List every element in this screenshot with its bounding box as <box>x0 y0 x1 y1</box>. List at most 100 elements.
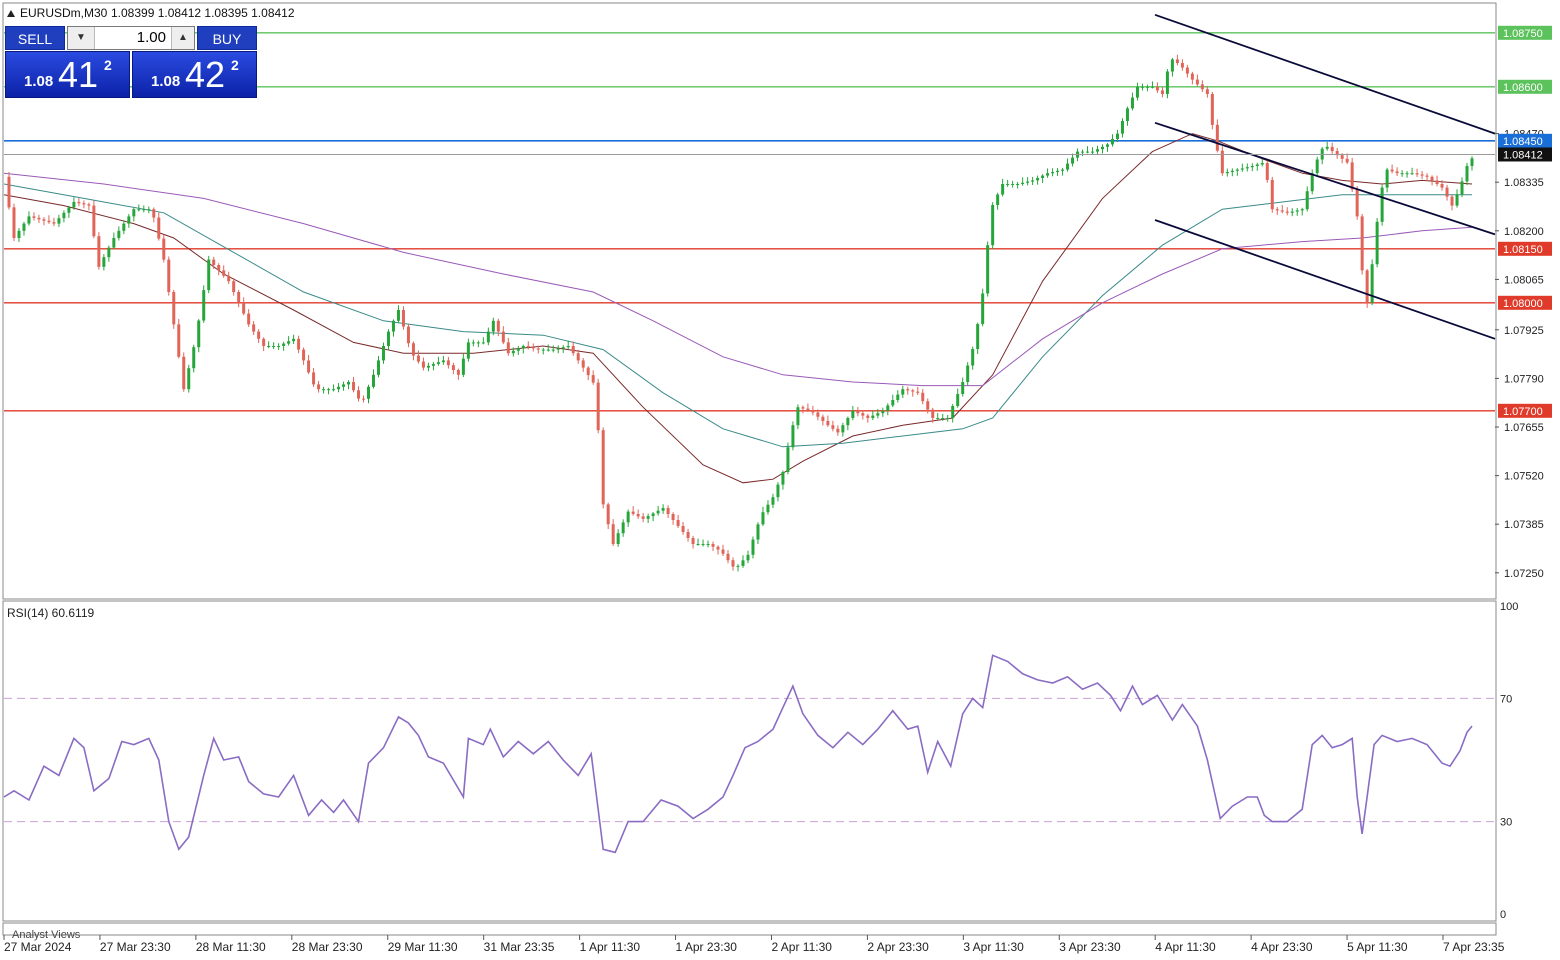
candle-body <box>1001 184 1005 195</box>
candle-body <box>1175 59 1179 64</box>
candle-body <box>641 516 645 519</box>
candle-body <box>37 217 41 220</box>
time-tick-label: 1 Apr 11:30 <box>580 940 641 954</box>
candle <box>791 421 795 451</box>
time-tick-label: 27 Mar 23:30 <box>100 940 171 954</box>
candle-body <box>262 338 266 346</box>
candle-body <box>441 360 445 363</box>
candle-body <box>142 209 146 211</box>
candle-body <box>651 513 655 517</box>
candle-body <box>921 392 925 402</box>
candle-body <box>1230 170 1234 172</box>
candle-body <box>267 346 271 347</box>
candle-body <box>302 349 306 361</box>
sell-button[interactable]: SELL <box>5 26 65 50</box>
candle-body <box>87 204 91 206</box>
candle-body <box>371 374 375 387</box>
candle-body <box>1021 182 1025 184</box>
candle-body <box>257 331 261 339</box>
candle-body <box>1170 59 1174 72</box>
sell-price-pips: 41 <box>58 54 99 95</box>
lot-increase-icon[interactable]: ▲ <box>171 27 194 49</box>
candle-body <box>92 205 96 237</box>
time-tick-label: 3 Apr 11:30 <box>963 940 1024 954</box>
buy-price-prefix: 1.08 <box>151 73 181 90</box>
candle-body <box>531 347 535 349</box>
candle-body <box>167 259 171 292</box>
price-tick-label: 1.07385 <box>1504 519 1544 531</box>
candle-body <box>1195 79 1199 85</box>
price-tick-label: 1.07925 <box>1504 325 1544 337</box>
candle-body <box>756 524 760 540</box>
candle-body <box>1315 159 1319 174</box>
candle-body <box>1066 163 1070 170</box>
candle-body <box>1340 155 1344 159</box>
candle-body <box>27 216 31 224</box>
candle-body <box>701 544 705 545</box>
candle-body <box>1310 173 1314 192</box>
candle-body <box>936 418 940 419</box>
candle-body <box>451 365 455 370</box>
candle-body <box>506 342 510 354</box>
time-tick-label: 5 Apr 11:30 <box>1347 940 1408 954</box>
candle-body <box>1330 146 1334 152</box>
sell-price-box[interactable]: 1.08 41 2 <box>5 51 130 98</box>
candle-body <box>691 538 695 544</box>
candle-body <box>247 313 251 325</box>
lot-decrease-icon[interactable]: ▼ <box>68 27 95 49</box>
candle-body <box>367 386 371 399</box>
level-label-text: 1.07700 <box>1503 406 1543 418</box>
candle-body <box>881 410 885 414</box>
candle-body <box>461 358 465 375</box>
candle-body <box>436 362 440 364</box>
candle-body <box>476 342 480 344</box>
candle-body <box>287 341 291 344</box>
buy-price-box[interactable]: 1.08 42 2 <box>132 51 257 98</box>
candle-body <box>1205 89 1209 94</box>
time-tick-label: 29 Mar 11:30 <box>388 940 458 954</box>
candle-body <box>551 349 555 351</box>
candle-body <box>177 324 181 357</box>
rsi-scale-label: 70 <box>1500 693 1512 705</box>
candle-body <box>1091 151 1095 153</box>
candle-body <box>1180 63 1184 68</box>
candle-body <box>416 355 420 362</box>
candle-body <box>401 310 405 327</box>
candle-body <box>831 425 835 429</box>
candle-body <box>546 349 550 351</box>
candle-body <box>277 346 281 347</box>
candle-body <box>851 410 855 418</box>
candle-body <box>986 245 990 294</box>
candle-body <box>77 202 81 204</box>
price-tick-label: 1.08335 <box>1504 177 1544 189</box>
lot-value[interactable]: 1.00 <box>94 27 170 49</box>
candle-body <box>1051 172 1055 174</box>
candle-body <box>1425 175 1429 177</box>
candle-body <box>566 346 570 348</box>
buy-button[interactable]: BUY <box>197 26 257 50</box>
candle-body <box>966 365 970 382</box>
candle-body <box>1235 169 1239 171</box>
candle <box>162 234 166 263</box>
candle-body <box>776 484 780 498</box>
current-price-text: 1.08412 <box>1503 149 1543 161</box>
candle-body <box>1440 184 1444 188</box>
candle-body <box>1150 86 1154 88</box>
candle-body <box>926 401 930 410</box>
candle-body <box>771 497 775 505</box>
candle-body <box>1250 166 1254 168</box>
candle-body <box>646 516 650 519</box>
candle-body <box>82 203 86 205</box>
one-click-trading-panel: SELL ▼ 1.00 ▲ BUY 1.08 41 2 1.08 42 2 <box>5 26 257 98</box>
lot-size-field[interactable]: ▼ 1.00 ▲ <box>67 26 195 50</box>
candle-body <box>1445 187 1449 197</box>
trading-chart[interactable]: 1.084701.083351.082001.080651.079251.077… <box>0 0 1560 960</box>
candle-body <box>616 533 620 544</box>
candle <box>1365 268 1369 308</box>
candle-body <box>911 390 915 392</box>
candle-body <box>1385 169 1389 188</box>
rsi-label: RSI(14) 60.6119 <box>7 606 94 620</box>
candle-body <box>621 522 625 534</box>
time-tick-label: 2 Apr 23:30 <box>867 940 929 954</box>
candle-body <box>352 382 356 391</box>
